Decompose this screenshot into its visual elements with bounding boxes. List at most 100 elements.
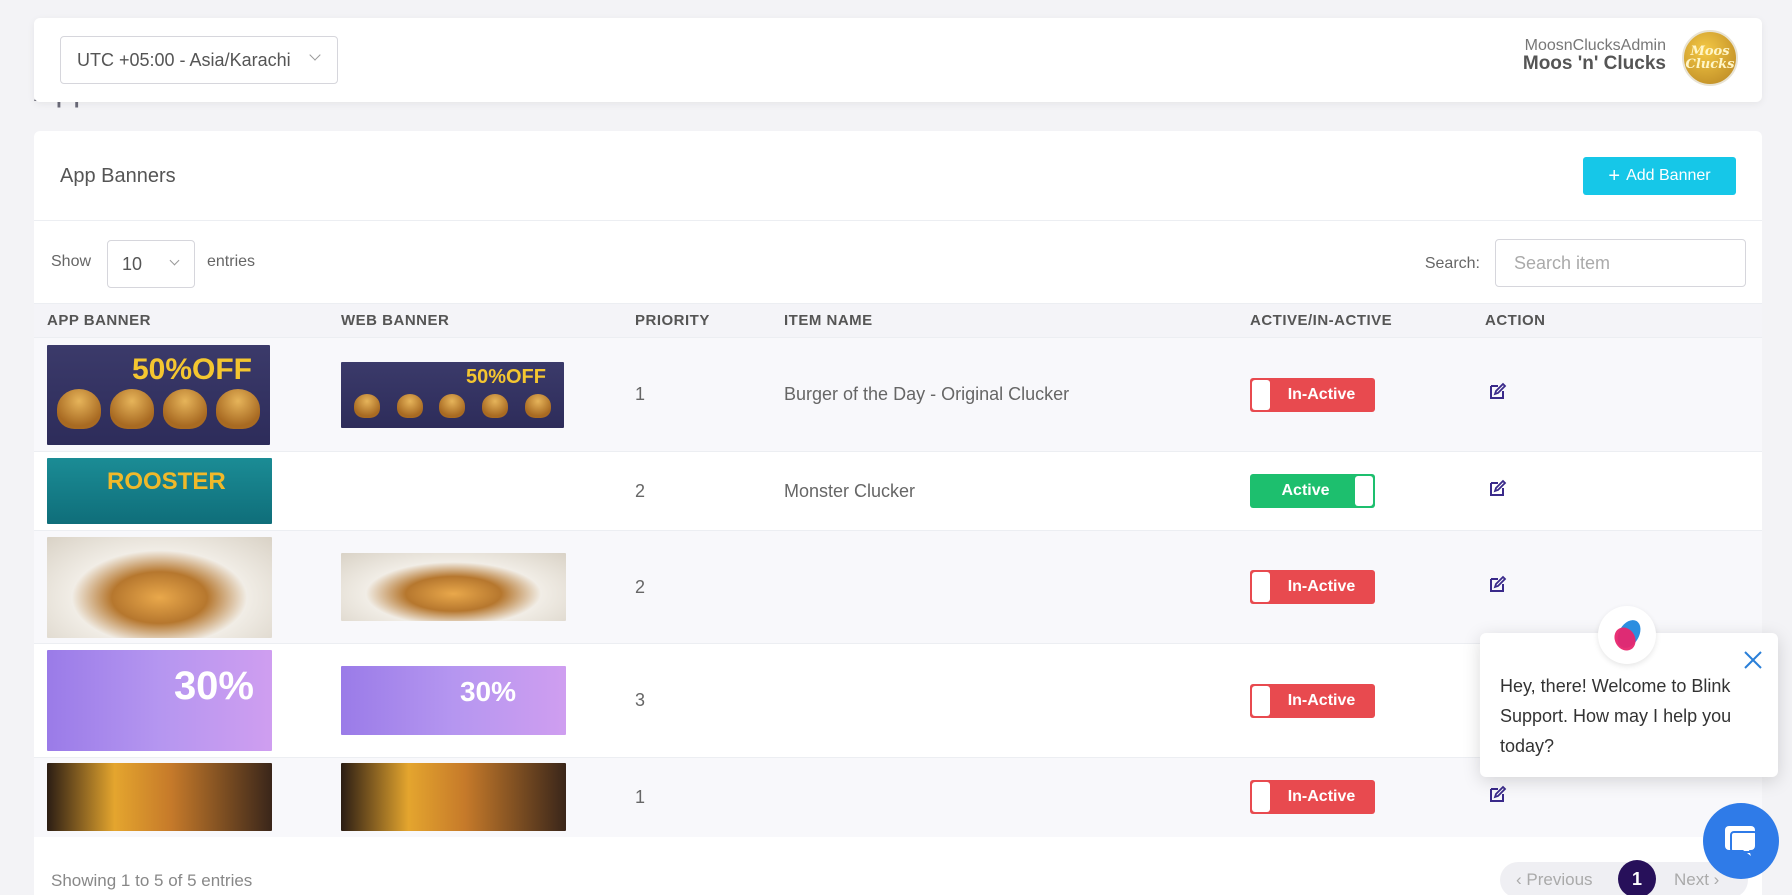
- action-cell: [1472, 451, 1762, 531]
- chat-launcher-button[interactable]: [1703, 803, 1779, 879]
- toggle-knob: [1252, 379, 1270, 410]
- action-cell: [1472, 337, 1762, 452]
- toggle-knob: [1252, 685, 1270, 716]
- chat-icon: [1725, 826, 1758, 856]
- web-banner-image: [341, 553, 566, 621]
- pagination: ‹ Previous 1 Next ›: [1500, 860, 1748, 895]
- table-row: 50%OFF 50%OFF 1 Burger of the Day - Orig…: [34, 337, 1762, 452]
- banner-text: 50%OFF: [131, 352, 252, 386]
- status-cell: Active: [1237, 451, 1472, 531]
- user-info[interactable]: MoosnClucksAdmin Moos 'n' Clucks: [1523, 38, 1666, 74]
- status-toggle[interactable]: In-Active: [1250, 570, 1375, 604]
- toggle-knob: [1252, 572, 1270, 602]
- web-banner-cell: [328, 757, 622, 837]
- edit-icon[interactable]: [1487, 575, 1507, 595]
- column-header-action[interactable]: ACTION: [1472, 304, 1762, 338]
- status-cell: In-Active: [1237, 757, 1472, 837]
- app-banner-cell: 50%OFF: [34, 337, 328, 452]
- app-banner-cell: [34, 530, 328, 644]
- web-banner-cell: 50%OFF: [328, 337, 622, 452]
- column-header-web-banner[interactable]: WEB BANNER: [328, 304, 622, 338]
- table-controls: Show 10 entries Search:: [34, 221, 1762, 303]
- edit-icon[interactable]: [1487, 382, 1507, 402]
- banner-text: 50%OFF: [465, 365, 546, 388]
- status-cell: In-Active: [1237, 643, 1472, 758]
- user-id: MoosnClucksAdmin: [1524, 37, 1666, 54]
- column-header-app-banner[interactable]: APP BANNER: [34, 304, 328, 338]
- card-title: App Banners: [60, 165, 176, 187]
- search-input[interactable]: [1495, 239, 1746, 287]
- app-banner-cell: 30%: [34, 643, 328, 758]
- chevron-down-icon: [169, 255, 180, 266]
- edit-icon[interactable]: [1487, 479, 1507, 499]
- status-label: In-Active: [1287, 788, 1356, 806]
- chevron-down-icon: [309, 49, 321, 61]
- priority-cell: 1: [622, 337, 771, 452]
- table-row: 2 In-Active: [34, 530, 1762, 644]
- chat-message: Hey, there! Welcome to Blink Support. Ho…: [1500, 676, 1732, 756]
- priority-cell: 3: [622, 643, 771, 758]
- status-label: In-Active: [1287, 578, 1356, 595]
- priority-cell: 2: [622, 530, 771, 644]
- add-banner-button[interactable]: + Add Banner: [1583, 157, 1736, 195]
- status-toggle[interactable]: In-Active: [1250, 780, 1375, 815]
- status-label: In-Active: [1287, 385, 1356, 403]
- entries-length-value: 10: [122, 253, 143, 274]
- app-banners-card: App Banners + Add Banner Show 10 entries…: [34, 131, 1762, 895]
- status-toggle[interactable]: In-Active: [1250, 377, 1375, 412]
- status-toggle[interactable]: In-Active: [1250, 683, 1375, 718]
- item-name-cell: [771, 757, 1237, 837]
- app-banner-cell: ROOSTER: [34, 451, 328, 531]
- banner-text: ROOSTER: [107, 468, 226, 495]
- blink-logo-icon: [1614, 620, 1641, 651]
- toggle-knob: [1252, 782, 1270, 813]
- close-icon[interactable]: [1742, 649, 1764, 671]
- page-1-button[interactable]: 1: [1618, 860, 1656, 895]
- web-banner-image: 30%: [341, 666, 566, 735]
- status-cell: In-Active: [1237, 530, 1472, 644]
- app-banner-image: 30%: [47, 650, 272, 751]
- status-toggle[interactable]: Active: [1250, 474, 1375, 508]
- table-row: ROOSTER 2 Monster Clucker Active: [34, 451, 1762, 531]
- app-banner-cell: [34, 757, 328, 837]
- web-banner-cell: [328, 530, 622, 644]
- priority-cell: 2: [622, 451, 771, 531]
- app-banner-image: 50%OFF: [47, 344, 270, 445]
- chat-logo: [1598, 606, 1656, 664]
- next-page-button[interactable]: Next ›: [1674, 870, 1719, 890]
- status-label: In-Active: [1287, 691, 1356, 709]
- item-name-cell: [771, 530, 1237, 644]
- item-name-cell: [771, 643, 1237, 758]
- user-name: Moos 'n' Clucks: [1522, 53, 1666, 74]
- status-label: Active: [1281, 482, 1330, 499]
- app-banner-image: [47, 536, 272, 638]
- timezone-select[interactable]: UTC +05:00 - Asia/Karachi: [60, 36, 338, 84]
- priority-cell: 1: [622, 757, 771, 837]
- entries-label: entries: [207, 253, 256, 270]
- card-header: App Banners + Add Banner: [34, 131, 1762, 221]
- web-banner-image: [341, 763, 566, 832]
- web-banner-cell: [328, 451, 622, 531]
- column-header-item-name[interactable]: ITEM NAME: [771, 304, 1237, 338]
- column-header-priority[interactable]: PRIORITY: [622, 304, 771, 338]
- edit-icon[interactable]: [1487, 785, 1507, 805]
- app-banner-image: ROOSTER: [47, 458, 272, 524]
- top-bar: UTC +05:00 - Asia/Karachi MoosnClucksAdm…: [34, 18, 1762, 102]
- item-name-cell: Monster Clucker: [771, 451, 1237, 531]
- status-cell: In-Active: [1237, 337, 1472, 452]
- entries-length-select[interactable]: 10: [107, 240, 195, 288]
- table-info: Showing 1 to 5 of 5 entries: [51, 871, 253, 890]
- item-name-cell: Burger of the Day - Original Clucker: [771, 337, 1237, 452]
- toggle-knob: [1355, 476, 1373, 506]
- show-label: Show: [51, 253, 92, 270]
- add-banner-label: Add Banner: [1626, 167, 1711, 184]
- banner-text: 30%: [173, 664, 254, 708]
- banner-text: 30%: [459, 676, 516, 707]
- app-banner-image: [47, 763, 272, 832]
- previous-page-button[interactable]: ‹ Previous: [1516, 870, 1593, 890]
- column-header-status[interactable]: ACTIVE/IN-ACTIVE: [1237, 304, 1472, 338]
- avatar[interactable]: Moos Clucks: [1682, 30, 1738, 86]
- timezone-value: UTC +05:00 - Asia/Karachi: [77, 49, 291, 70]
- web-banner-cell: 30%: [328, 643, 622, 758]
- search-label: Search:: [1424, 255, 1480, 272]
